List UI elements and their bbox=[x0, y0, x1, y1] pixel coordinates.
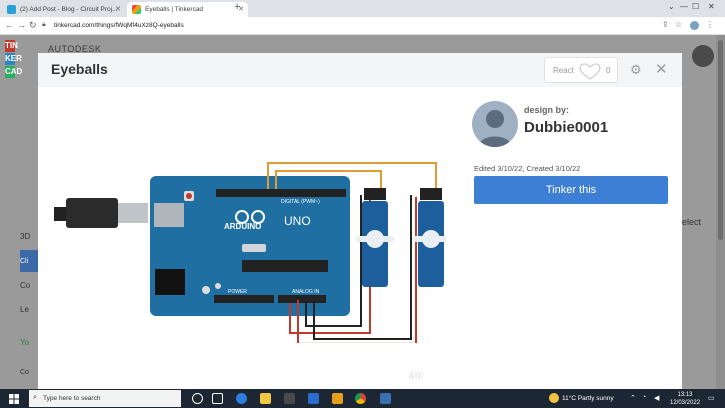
address-bar: ← → ↻ 🔒︎ tinkercad.com/things/fWqMf4uXz8… bbox=[0, 17, 725, 35]
servo-connector bbox=[420, 188, 442, 200]
react-button[interactable]: React 0 bbox=[544, 57, 618, 83]
bg-sidebar-item: Cli bbox=[20, 258, 29, 265]
logo-row: TIN bbox=[5, 40, 18, 52]
user-avatar[interactable] bbox=[692, 45, 714, 67]
tab-strip: (2) Add Post - Blog - Circuit Proj... ✕ … bbox=[0, 0, 725, 17]
close-window-icon[interactable]: ✕ bbox=[708, 2, 715, 11]
menu-icon[interactable]: ⋮ bbox=[706, 20, 714, 29]
logo-row: CAD bbox=[5, 66, 23, 78]
digital-header bbox=[216, 189, 346, 197]
capacitor bbox=[215, 283, 221, 289]
notification-icon[interactable]: ▭ bbox=[708, 394, 715, 402]
reset-button-cap bbox=[186, 193, 192, 199]
tinker-this-button[interactable]: Tinker this bbox=[474, 176, 668, 204]
usb-connector bbox=[118, 203, 148, 223]
cortana-icon[interactable] bbox=[192, 393, 203, 404]
crystal bbox=[242, 244, 266, 252]
search-placeholder: Type here to search bbox=[43, 395, 101, 402]
tinkercad-logo: TIN KER CAD bbox=[5, 40, 35, 78]
store-icon[interactable] bbox=[284, 393, 295, 404]
share-icon[interactable]: ⇪ bbox=[662, 20, 669, 29]
star-icon[interactable]: ☆ bbox=[675, 20, 682, 29]
bg-select-text: elect bbox=[682, 217, 702, 227]
atmega-chip bbox=[242, 260, 328, 272]
capacitor bbox=[202, 286, 210, 294]
digital-label: DIGITAL (PWM~) bbox=[281, 199, 320, 205]
tab-eyeballs[interactable]: Eyeballs | Tinkercad ✕ bbox=[127, 2, 248, 17]
heart-icon bbox=[579, 63, 601, 81]
design-dates: Edited 3/10/22, Created 3/10/22 bbox=[474, 164, 581, 173]
gear-icon[interactable]: ⚙ bbox=[630, 62, 642, 78]
scrollbar-thumb[interactable] bbox=[718, 40, 723, 240]
profile-icon[interactable] bbox=[690, 21, 699, 30]
tray-chevron-icon[interactable]: ⌃ bbox=[630, 394, 636, 402]
app-icon[interactable] bbox=[380, 393, 391, 404]
bg-sidebar-item: 3D bbox=[20, 232, 31, 241]
bg-sidebar-item: Co bbox=[20, 369, 29, 376]
clock-time: 13:13 bbox=[677, 392, 693, 398]
back-icon[interactable]: ← bbox=[5, 20, 14, 30]
maximize-icon[interactable]: ☐ bbox=[692, 2, 699, 11]
chrome-icon[interactable] bbox=[355, 393, 366, 404]
edge-icon[interactable] bbox=[236, 393, 247, 404]
creative-commons-icon[interactable]: ⓒⓘ bbox=[409, 371, 423, 381]
design-by-label: design by: bbox=[524, 105, 570, 115]
power-header bbox=[214, 295, 274, 303]
author-avatar[interactable] bbox=[472, 101, 518, 147]
forward-icon[interactable]: → bbox=[17, 20, 26, 30]
circuit-project-favicon-icon bbox=[7, 5, 16, 14]
power-label: POWER bbox=[228, 289, 247, 295]
taskbar-clock[interactable]: 13:13 12/03/2022 bbox=[670, 391, 700, 407]
react-count: 0 bbox=[606, 66, 611, 75]
file-explorer-icon[interactable] bbox=[260, 393, 271, 404]
tab-title: (2) Add Post - Blog - Circuit Proj... bbox=[20, 6, 118, 13]
network-icon[interactable]: ◔ bbox=[642, 394, 646, 401]
search-icon: ⌕ bbox=[33, 394, 37, 401]
servo-arm bbox=[412, 236, 446, 242]
tinkercad-favicon-icon bbox=[132, 5, 141, 14]
power-jack bbox=[155, 269, 185, 295]
windows-start-icon[interactable] bbox=[9, 394, 19, 404]
analog-label: ANALOG IN bbox=[292, 289, 320, 295]
reload-icon[interactable]: ↻ bbox=[29, 20, 37, 31]
modal-header: Eyeballs React 0 ⚙ ✕ bbox=[38, 53, 682, 87]
circuit-preview: DIGITAL (PWM~) ARDUINO UNO POWER ANALOG … bbox=[54, 162, 446, 343]
lock-icon[interactable]: 🔒︎ bbox=[42, 21, 46, 29]
usb-plug bbox=[66, 198, 118, 228]
photos-icon[interactable] bbox=[332, 393, 343, 404]
usb-port bbox=[154, 203, 184, 227]
servo-arm bbox=[356, 236, 394, 242]
close-icon[interactable]: ✕ bbox=[655, 60, 668, 78]
person-icon bbox=[478, 110, 512, 147]
author-name[interactable]: Dubbie0001 bbox=[524, 119, 608, 136]
new-tab-icon[interactable]: + bbox=[234, 1, 240, 13]
usb-plug-tip bbox=[54, 207, 66, 221]
task-view-icon[interactable] bbox=[212, 393, 223, 404]
design-modal: Eyeballs React 0 ⚙ ✕ DIGITAL (PWM~) ARDU… bbox=[38, 53, 682, 389]
minimize-icon[interactable]: — bbox=[680, 2, 688, 11]
close-tab-icon[interactable]: ✕ bbox=[115, 2, 121, 17]
volume-icon[interactable]: ◀ bbox=[654, 394, 659, 402]
bg-sidebar-item: Le bbox=[20, 305, 29, 314]
design-title: Eyeballs bbox=[51, 61, 108, 77]
taskbar-search[interactable]: ⌕ Type here to search bbox=[29, 390, 181, 407]
logo-row: KER bbox=[5, 53, 22, 65]
chevron-down-icon[interactable]: ⌄ bbox=[668, 2, 675, 11]
tab-add-post[interactable]: (2) Add Post - Blog - Circuit Proj... ✕ bbox=[2, 2, 125, 17]
clock-date: 12/03/2022 bbox=[670, 400, 701, 406]
bg-sidebar-item: Co bbox=[20, 281, 31, 290]
weather-icon[interactable] bbox=[549, 393, 559, 403]
uno-label: UNO bbox=[284, 214, 311, 228]
servo-connector bbox=[364, 188, 386, 200]
windows-taskbar: ⌕ Type here to search 11°C Partly sunny … bbox=[0, 389, 725, 408]
react-label: React bbox=[553, 66, 574, 75]
bg-sidebar-item: Yo bbox=[20, 338, 30, 347]
mail-icon[interactable] bbox=[308, 393, 319, 404]
weather-text[interactable]: 11°C Partly sunny bbox=[562, 395, 614, 402]
tab-title: Eyeballs | Tinkercad bbox=[145, 6, 204, 13]
analog-header bbox=[278, 295, 326, 303]
url-field[interactable]: tinkercad.com/things/fWqMf4uXz8Q-eyeball… bbox=[54, 22, 184, 29]
